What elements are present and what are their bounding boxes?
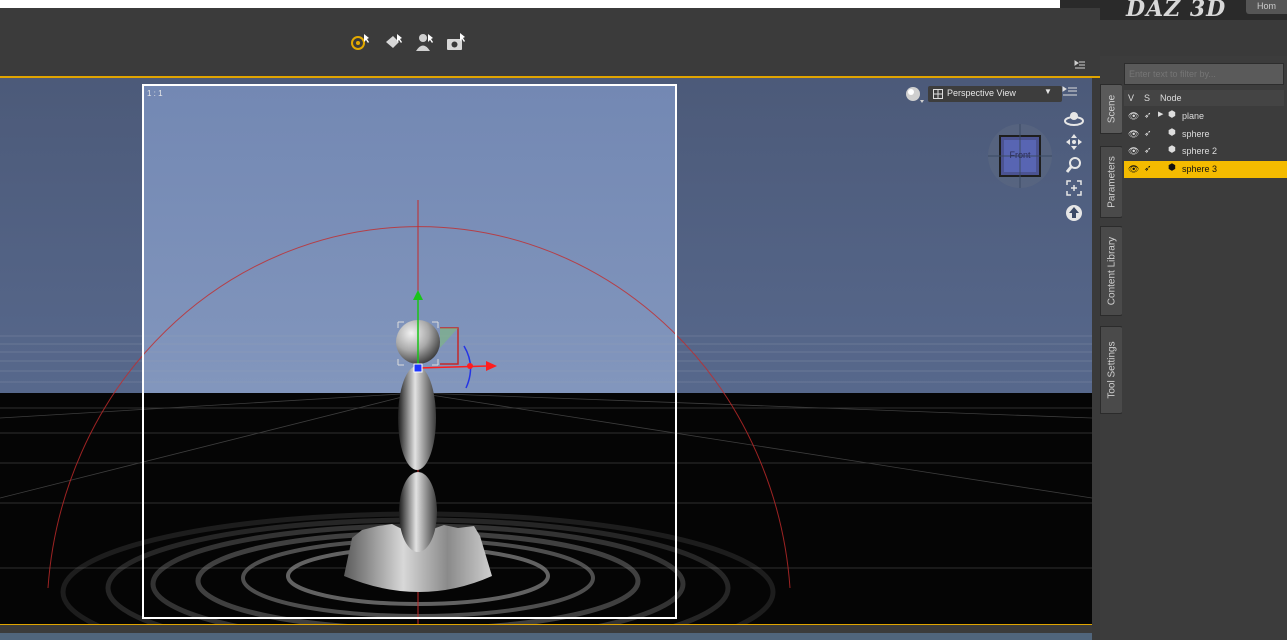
node-name: sphere 3: [1182, 164, 1218, 174]
bottom-accent-line: [0, 624, 1092, 625]
viewport-scene[interactable]: 1 : 1: [0, 78, 1092, 624]
node-weight-brush-icon[interactable]: [383, 32, 403, 52]
frame-selection-icon[interactable]: [1066, 180, 1082, 196]
camera-controls: [1060, 86, 1088, 236]
universal-tool-icon[interactable]: [350, 32, 370, 52]
aspect-ratio-label: 1 : 1: [147, 89, 163, 98]
brand-logo: DAZ 3D: [1126, 0, 1227, 22]
reset-view-icon[interactable]: [1065, 204, 1083, 222]
view-selector-label: Perspective View: [947, 88, 1016, 98]
column-selectable-header[interactable]: S: [1144, 93, 1150, 103]
cursor-icon[interactable]: ➶: [1144, 163, 1152, 174]
droplet-middle: [398, 366, 436, 470]
cursor-icon[interactable]: ➶: [1144, 110, 1152, 121]
view-grid-icon: [933, 89, 943, 99]
viewport[interactable]: 1 : 1: [0, 78, 1092, 624]
node-cube-icon: ⬢: [1168, 162, 1176, 172]
node-name: sphere: [1182, 129, 1210, 139]
eye-icon[interactable]: 👁: [1128, 146, 1139, 157]
expand-arrow-icon[interactable]: ▶: [1158, 110, 1163, 118]
node-name: plane: [1182, 111, 1205, 121]
chevron-down-icon: ▼: [1044, 87, 1052, 96]
draw-style-icon[interactable]: [905, 86, 925, 104]
tab-tool-settings[interactable]: Tool Settings: [1100, 326, 1124, 414]
cursor-icon[interactable]: ➶: [1144, 145, 1152, 156]
scene-filter-input[interactable]: [1124, 63, 1284, 85]
column-visible-header[interactable]: V: [1128, 93, 1134, 103]
node-cube-icon: ⬢: [1168, 144, 1176, 154]
zoom-icon[interactable]: [1066, 156, 1082, 174]
droplet-lower: [399, 472, 437, 552]
home-button[interactable]: Hom: [1246, 0, 1287, 14]
column-node-header[interactable]: Node: [1160, 93, 1182, 103]
view-cube-face-label: Front: [1009, 150, 1031, 160]
orbit-camera-icon[interactable]: [1064, 110, 1084, 126]
view-selector-dropdown[interactable]: Perspective View ▼: [928, 86, 1062, 102]
scene-node-row[interactable]: 👁 ➶ ▶ ⬢ plane: [1124, 108, 1287, 125]
floor-plane: [0, 393, 1092, 624]
tab-parameters[interactable]: Parameters: [1100, 146, 1124, 218]
cursor-icon[interactable]: ➶: [1144, 128, 1152, 139]
node-cube-icon: ⬢: [1168, 109, 1176, 119]
timeline-strip[interactable]: [0, 633, 1092, 640]
eye-icon[interactable]: 👁: [1128, 129, 1139, 140]
node-name: sphere 2: [1182, 146, 1218, 156]
camera-tool-icon[interactable]: [446, 32, 466, 52]
node-cube-icon: ⬢: [1168, 127, 1176, 137]
scene-node-row-selected[interactable]: 👁 ➶ ⬢ sphere 3: [1124, 161, 1287, 178]
pan-camera-icon[interactable]: [1066, 134, 1082, 150]
eye-icon[interactable]: 👁: [1128, 164, 1139, 175]
eye-icon[interactable]: 👁: [1128, 111, 1139, 122]
scene-node-row[interactable]: 👁 ➶ ⬢ sphere 2: [1124, 143, 1287, 160]
main-toolbar: [0, 8, 1100, 76]
viewport-menu-icon[interactable]: [1062, 86, 1078, 98]
scene-column-header: V S Node: [1124, 90, 1284, 106]
scene-node-row[interactable]: 👁 ➶ ⬢ sphere: [1124, 126, 1287, 143]
figure-tool-icon[interactable]: [414, 32, 434, 52]
pane-options-icon[interactable]: [1074, 60, 1086, 70]
tab-scene[interactable]: Scene: [1100, 84, 1124, 134]
tab-content-library[interactable]: Content Library: [1100, 226, 1124, 316]
